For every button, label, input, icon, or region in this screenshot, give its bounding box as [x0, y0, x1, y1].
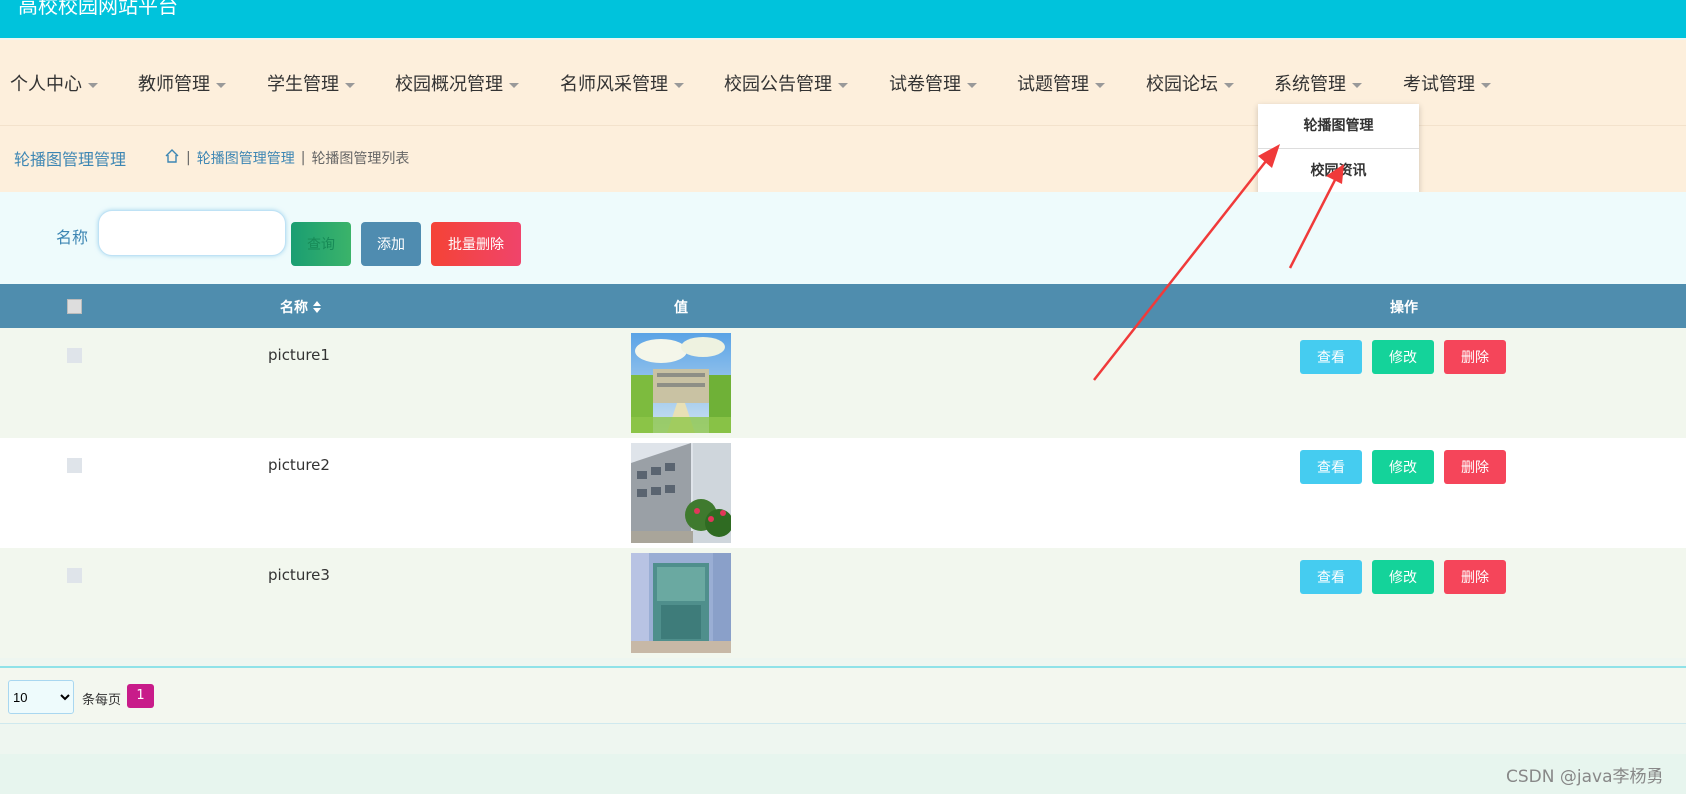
nav-item-questions[interactable]: 试题管理 [1017, 70, 1105, 96]
page-size-select[interactable]: 10 [8, 680, 74, 714]
system-management-dropdown: 轮播图管理 校园资讯 [1258, 104, 1419, 194]
nav-label: 校园论坛 [1146, 74, 1218, 95]
nav-item-teacher-management[interactable]: 教师管理 [138, 70, 226, 96]
nav-item-system-management[interactable]: 系统管理 [1274, 70, 1362, 96]
row-name: picture3 [268, 566, 330, 584]
select-all-checkbox[interactable] [67, 299, 82, 314]
nav-item-student-management[interactable]: 学生管理 [267, 70, 355, 96]
nav-label: 校园概况管理 [395, 74, 503, 95]
nav-label: 名师风采管理 [560, 74, 668, 95]
column-header-value: 值 [674, 300, 688, 316]
view-button[interactable]: 查看 [1300, 560, 1362, 594]
breadcrumb-separator: | [300, 150, 306, 166]
caret-down-icon [1095, 82, 1105, 88]
nav-label: 系统管理 [1274, 74, 1346, 95]
caret-down-icon [509, 82, 519, 88]
column-header-name[interactable]: 名称 [280, 297, 321, 317]
nav-label: 校园公告管理 [724, 74, 832, 95]
breadcrumb-current: 轮播图管理列表 [311, 151, 410, 167]
row-name: picture1 [268, 346, 330, 364]
row-thumbnail [631, 443, 731, 543]
caret-down-icon [345, 82, 355, 88]
view-button[interactable]: 查看 [1300, 340, 1362, 374]
delete-button[interactable]: 删除 [1444, 560, 1506, 594]
sort-icon[interactable] [308, 300, 321, 316]
edit-button[interactable]: 修改 [1372, 560, 1434, 594]
pagination-bar: 10 条每页 1 [0, 666, 1686, 724]
page-number-1[interactable]: 1 [127, 684, 154, 708]
per-page-label: 条每页 [82, 693, 122, 708]
table-row: picture3 查看 修改 删除 [0, 548, 1686, 658]
app-title: 高校校园网站平台 [18, 0, 178, 18]
breadcrumb-bar: 轮播图管理管理 | 轮播图管理管理 | 轮播图管理列表 [0, 126, 1686, 192]
row-thumbnail [631, 333, 731, 433]
nav-item-campus-notices[interactable]: 校园公告管理 [724, 70, 848, 96]
nav-item-exam-management[interactable]: 考试管理 [1403, 70, 1491, 96]
footer [0, 754, 1686, 794]
nav-label: 试题管理 [1017, 74, 1089, 95]
nav-label: 个人中心 [10, 74, 82, 95]
edit-button[interactable]: 修改 [1372, 450, 1434, 484]
nav-item-personal-center[interactable]: 个人中心 [10, 70, 98, 96]
row-checkbox[interactable] [67, 568, 82, 583]
nav-label: 考试管理 [1403, 74, 1475, 95]
watermark: CSDN @java李杨勇 [1506, 767, 1664, 787]
row-thumbnail [631, 553, 731, 653]
dropdown-item-campus-news[interactable]: 校园资讯 [1258, 149, 1419, 194]
column-header-actions: 操作 [1390, 300, 1418, 316]
row-checkbox[interactable] [67, 458, 82, 473]
caret-down-icon [1224, 82, 1234, 88]
main-nav: 个人中心 教师管理 学生管理 校园概况管理 名师风采管理 校园公告管理 试卷管理… [0, 40, 1686, 126]
table-row: picture2 查看 修改 删除 [0, 438, 1686, 548]
delete-button[interactable]: 删除 [1444, 340, 1506, 374]
delete-button[interactable]: 删除 [1444, 450, 1506, 484]
top-bar: 高校校园网站平台 [0, 0, 1686, 38]
batch-delete-button[interactable]: 批量删除 [431, 222, 521, 266]
caret-down-icon [674, 82, 684, 88]
add-button[interactable]: 添加 [361, 222, 421, 266]
table-row: picture1 查看 修改 删除 [0, 328, 1686, 438]
search-bar: 名称 查询 添加 批量删除 [0, 192, 1686, 284]
page-title: 轮播图管理管理 [14, 150, 127, 169]
nav-label: 试卷管理 [889, 74, 961, 95]
caret-down-icon [967, 82, 977, 88]
caret-down-icon [1481, 82, 1491, 88]
name-search-input[interactable] [98, 210, 286, 256]
table-header: 名称 值 操作 [0, 284, 1686, 328]
row-name: picture2 [268, 456, 330, 474]
breadcrumb: | 轮播图管理管理 | 轮播图管理列表 [164, 148, 409, 168]
edit-button[interactable]: 修改 [1372, 340, 1434, 374]
home-icon[interactable] [164, 148, 180, 168]
caret-down-icon [1352, 82, 1362, 88]
row-checkbox[interactable] [67, 348, 82, 363]
caret-down-icon [216, 82, 226, 88]
breadcrumb-item[interactable]: 轮播图管理管理 [197, 148, 295, 168]
search-button[interactable]: 查询 [291, 222, 351, 266]
caret-down-icon [88, 82, 98, 88]
caret-down-icon [838, 82, 848, 88]
nav-label: 学生管理 [267, 74, 339, 95]
nav-item-exam-papers[interactable]: 试卷管理 [889, 70, 977, 96]
nav-label: 教师管理 [138, 74, 210, 95]
column-header-label: 名称 [280, 300, 308, 316]
view-button[interactable]: 查看 [1300, 450, 1362, 484]
name-label: 名称 [56, 228, 89, 247]
nav-item-campus-overview[interactable]: 校园概况管理 [395, 70, 519, 96]
nav-item-campus-forum[interactable]: 校园论坛 [1146, 70, 1234, 96]
dropdown-item-carousel-management[interactable]: 轮播图管理 [1258, 104, 1419, 149]
breadcrumb-separator: | [186, 150, 191, 166]
nav-item-famous-teachers[interactable]: 名师风采管理 [560, 70, 684, 96]
